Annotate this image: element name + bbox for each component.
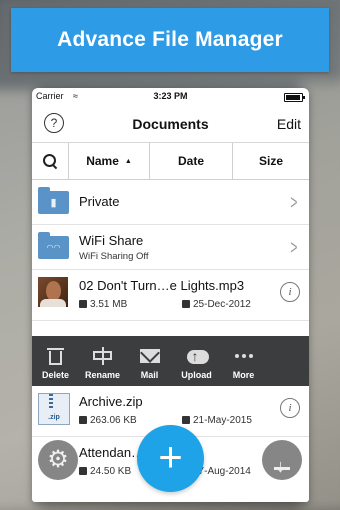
rename-button[interactable]: Rename [79,336,126,386]
gear-icon: ⚙ [47,446,69,473]
storage-icon [79,467,87,475]
folder-name: Private [79,194,120,209]
app-banner: Advance File Manager [11,8,329,72]
calendar-icon [182,300,190,308]
more-button[interactable]: More [220,336,267,386]
sort-by-date-button[interactable]: Date [150,143,233,179]
zip-file-icon: .zip [38,393,70,425]
mail-button[interactable]: Mail [126,336,173,386]
page-title: Documents [132,116,209,132]
delete-button[interactable]: Delete [32,336,79,386]
search-button[interactable] [32,143,69,179]
cloud-upload-icon [186,347,209,365]
file-size: 24.50 KB [79,466,131,477]
sort-bar: Name ▲ Date Size [32,143,309,180]
sort-name-label: Name [86,154,119,168]
file-size: 3.51 MB [79,299,127,310]
sort-date-label: Date [177,154,204,168]
folder-row-private[interactable]: ▮ Private > [32,180,309,225]
calendar-icon [182,416,190,424]
download-icon [274,446,290,486]
folder-subtitle: WiFi Sharing Off [79,251,149,262]
rename-icon [92,347,113,365]
trash-icon [46,347,66,365]
battery-icon [284,93,305,102]
navigation-bar: ? Documents Edit [32,105,309,143]
sort-by-size-button[interactable]: Size [233,143,309,179]
sort-by-name-button[interactable]: Name ▲ [69,143,150,179]
file-name: Archive.zip [79,394,143,409]
info-icon[interactable]: i [280,282,300,302]
edit-button[interactable]: Edit [277,116,301,132]
folder-name: WiFi Share [79,233,144,248]
folder-lock-icon: ▮ [38,187,69,214]
file-size: 263.06 KB [79,415,137,426]
clock: 3:23 PM [153,91,188,101]
status-bar: Carrier ≈ 3:23 PM [32,88,309,105]
search-icon [43,154,57,168]
more-icon [234,347,254,365]
folder-row-wifi-share[interactable]: ◠◠ WiFi Share WiFi Sharing Off > [32,225,309,270]
info-icon[interactable]: i [280,398,300,418]
file-row-mp3[interactable]: 02 Don't Turn…e Lights.mp3 3.51 MB 25-De… [32,270,309,321]
mail-icon [139,347,160,365]
album-art-thumbnail [38,277,68,307]
file-date: 25-Dec-2012 [182,299,251,310]
chevron-right-icon: > [290,237,298,259]
sort-size-label: Size [258,154,283,168]
folder-wifi-icon: ◠◠ [38,232,69,259]
add-button[interactable]: + [137,425,204,492]
sort-ascending-icon: ▲ [124,157,132,165]
download-button[interactable] [262,440,302,486]
settings-button[interactable]: ⚙ [38,440,78,480]
file-name: 02 Don't Turn…e Lights.mp3 [79,278,245,293]
storage-icon [79,416,87,424]
plus-icon: + [158,433,183,480]
file-action-bar: Delete Rename Mail Upload More [32,336,309,386]
storage-icon [79,300,87,308]
file-date: 21-May-2015 [182,415,252,426]
upload-button[interactable]: Upload [173,336,220,386]
chevron-right-icon: > [290,192,298,214]
